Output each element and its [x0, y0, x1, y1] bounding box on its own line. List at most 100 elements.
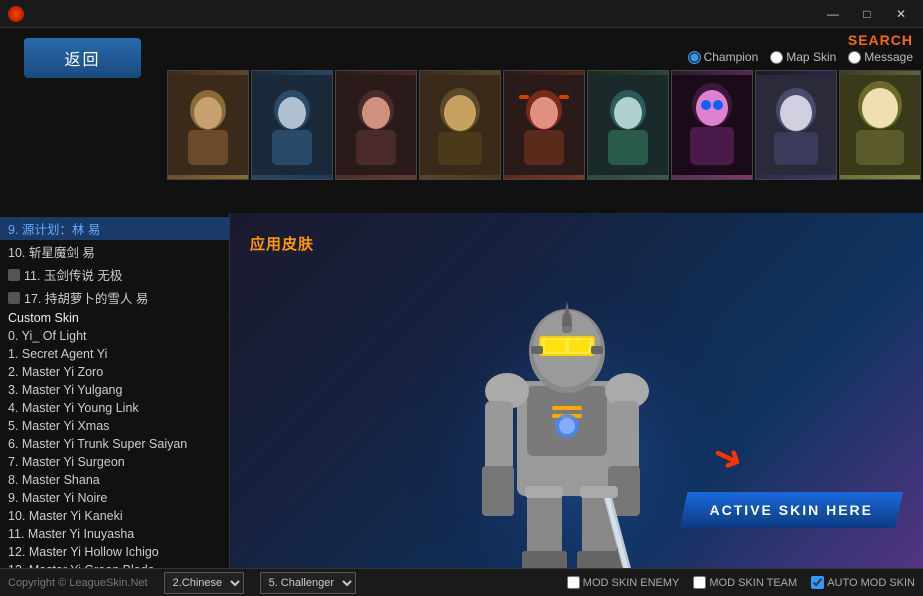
- mod-skin-team-checkbox[interactable]: [693, 576, 706, 589]
- list-item-4[interactable]: 4. Master Yi Young Link: [0, 399, 229, 417]
- list-item-11-inuyasha[interactable]: 11. Master Yi Inuyasha: [0, 525, 229, 543]
- item-text: 12. Master Yi Hollow Ichigo: [8, 545, 159, 559]
- list-item-5[interactable]: 5. Master Yi Xmas: [0, 417, 229, 435]
- item-text: 10. Master Yi Kaneki: [8, 509, 123, 523]
- item-text: 8. Master Shana: [8, 473, 100, 487]
- portrait-4-art: [420, 75, 500, 175]
- mod-skin-enemy-label: MOD SKIN ENEMY: [583, 577, 680, 589]
- item-text: 1. Secret Agent Yi: [8, 347, 107, 361]
- left-column: 返回: [0, 28, 165, 213]
- search-mapskin-radio[interactable]: [770, 51, 783, 64]
- search-message-option[interactable]: Message: [848, 50, 913, 64]
- portrait-3-art: [336, 75, 416, 175]
- list-item-8-shana[interactable]: 8. Master Shana: [0, 471, 229, 489]
- list-item-10-star[interactable]: 10. 斩星魔剑 易: [0, 240, 229, 263]
- item-text: 6. Master Yi Trunk Super Saiyan: [8, 437, 187, 451]
- mod-badge: [8, 292, 20, 304]
- auto-mod-skin-checkbox[interactable]: [811, 576, 824, 589]
- search-title: SEARCH: [848, 32, 913, 48]
- portrait-6-art: [588, 75, 668, 175]
- mod-skin-enemy-option[interactable]: MOD SKIN ENEMY: [567, 576, 680, 589]
- close-button[interactable]: ✕: [887, 3, 915, 25]
- search-champion-option[interactable]: Champion: [688, 50, 759, 64]
- skin-list-scroll[interactable]: 9. 源计划：林 易 10. 斩星魔剑 易 11. 玉剑传说 无极 17. 持胡…: [0, 213, 229, 568]
- list-item-9-project[interactable]: 9. 源计划：林 易: [0, 217, 229, 240]
- list-item-13-greenblade[interactable]: 13. Master Yi Green Blade: [0, 561, 229, 568]
- titlebar: — □ ✕: [0, 0, 923, 28]
- content-section: 9. 源计划：林 易 10. 斩星魔剑 易 11. 玉剑传说 无极 17. 持胡…: [0, 213, 923, 568]
- item-text: 5. Master Yi Xmas: [8, 419, 109, 433]
- search-champion-radio[interactable]: [688, 51, 701, 64]
- mod-skin-team-label: MOD SKIN TEAM: [709, 577, 797, 589]
- item-text: 11. Master Yi Inuyasha: [8, 527, 134, 541]
- item-text: 3. Master Yi Yulgang: [8, 383, 122, 397]
- search-mapskin-option[interactable]: Map Skin: [770, 50, 836, 64]
- portrait-5-art: [504, 75, 584, 175]
- minimize-button[interactable]: —: [819, 3, 847, 25]
- portraits-row: [165, 70, 923, 185]
- item-text: 2. Master Yi Zoro: [8, 365, 103, 379]
- search-message-label: Message: [864, 50, 913, 64]
- item-text: 9. Master Yi Noire: [8, 491, 107, 505]
- search-message-radio[interactable]: [848, 51, 861, 64]
- portrait-8[interactable]: [755, 70, 837, 180]
- mod-badge: [8, 269, 20, 281]
- top-section: 返回 SEARCH Champion Map Skin Me: [0, 28, 923, 213]
- skin-list-container: 9. 源计划：林 易 10. 斩星魔剑 易 11. 玉剑传说 无极 17. 持胡…: [0, 213, 230, 568]
- list-item-1[interactable]: 1. Secret Agent Yi: [0, 345, 229, 363]
- item-text: 10. 斩星魔剑 易: [8, 242, 95, 261]
- list-item-0[interactable]: 0. Yi_ Of Light: [0, 327, 229, 345]
- portrait-1-art: [168, 75, 248, 175]
- active-skin-button[interactable]: ACTIVE SKIN HERE: [680, 492, 903, 528]
- list-item-3[interactable]: 3. Master Yi Yulgang: [0, 381, 229, 399]
- portrait-9[interactable]: [839, 70, 921, 180]
- language-dropdown[interactable]: 2.Chinese 1.English: [164, 572, 244, 594]
- skin-rank-dropdown[interactable]: 5. Challenger 4. Diamond 3. Platinum: [260, 572, 356, 594]
- list-item-12-ichigo[interactable]: 12. Master Yi Hollow Ichigo: [0, 543, 229, 561]
- item-text: 11. 玉剑传说 无极: [24, 265, 122, 284]
- portrait-5[interactable]: [503, 70, 585, 180]
- search-mapskin-label: Map Skin: [786, 50, 836, 64]
- item-text: 4. Master Yi Young Link: [8, 401, 139, 415]
- copyright-text: Copyright © LeagueSkin.Net: [8, 577, 148, 589]
- portrait-1[interactable]: [167, 70, 249, 180]
- search-options: Champion Map Skin Message: [688, 50, 913, 64]
- portrait-7[interactable]: [671, 70, 753, 180]
- back-button[interactable]: 返回: [24, 38, 140, 78]
- list-item-9-noire[interactable]: 9. Master Yi Noire: [0, 489, 229, 507]
- search-champion-label: Champion: [704, 50, 759, 64]
- category-label: Custom Skin: [8, 311, 79, 325]
- portrait-4[interactable]: [419, 70, 501, 180]
- bottom-bar: Copyright © LeagueSkin.Net 2.Chinese 1.E…: [0, 568, 923, 596]
- list-item-10-kaneki[interactable]: 10. Master Yi Kaneki: [0, 507, 229, 525]
- auto-mod-skin-label: AUTO MOD SKIN: [827, 577, 915, 589]
- list-item-17-snowman[interactable]: 17. 持胡萝卜的雪人 易: [0, 286, 229, 309]
- right-area: SEARCH Champion Map Skin Message: [165, 28, 923, 213]
- item-text: 9. 源计划：林 易: [8, 219, 100, 238]
- app-icon: [8, 6, 24, 22]
- portrait-7-art: [672, 75, 752, 175]
- portrait-3[interactable]: [335, 70, 417, 180]
- portrait-6[interactable]: [587, 70, 669, 180]
- maximize-button[interactable]: □: [853, 3, 881, 25]
- portrait-8-art: [756, 75, 836, 175]
- item-text: 0. Yi_ Of Light: [8, 329, 87, 343]
- portrait-9-art: [840, 75, 920, 175]
- main-container: 返回 SEARCH Champion Map Skin Me: [0, 28, 923, 596]
- bottom-checkboxes: MOD SKIN ENEMY MOD SKIN TEAM AUTO MOD SK…: [567, 576, 915, 589]
- center-area: 应用皮肤: [230, 213, 923, 568]
- window-controls: — □ ✕: [819, 3, 915, 25]
- item-text: 7. Master Yi Surgeon: [8, 455, 125, 469]
- portrait-2[interactable]: [251, 70, 333, 180]
- list-item-7[interactable]: 7. Master Yi Surgeon: [0, 453, 229, 471]
- auto-mod-skin-option[interactable]: AUTO MOD SKIN: [811, 576, 915, 589]
- category-custom-skin: Custom Skin: [0, 309, 229, 327]
- search-section: SEARCH Champion Map Skin Message: [165, 28, 923, 70]
- mod-skin-enemy-checkbox[interactable]: [567, 576, 580, 589]
- list-item-11-jade[interactable]: 11. 玉剑传说 无极: [0, 263, 229, 286]
- item-text: 17. 持胡萝卜的雪人 易: [24, 288, 148, 307]
- portrait-2-art: [252, 75, 332, 175]
- list-item-2[interactable]: 2. Master Yi Zoro: [0, 363, 229, 381]
- mod-skin-team-option[interactable]: MOD SKIN TEAM: [693, 576, 797, 589]
- list-item-6[interactable]: 6. Master Yi Trunk Super Saiyan: [0, 435, 229, 453]
